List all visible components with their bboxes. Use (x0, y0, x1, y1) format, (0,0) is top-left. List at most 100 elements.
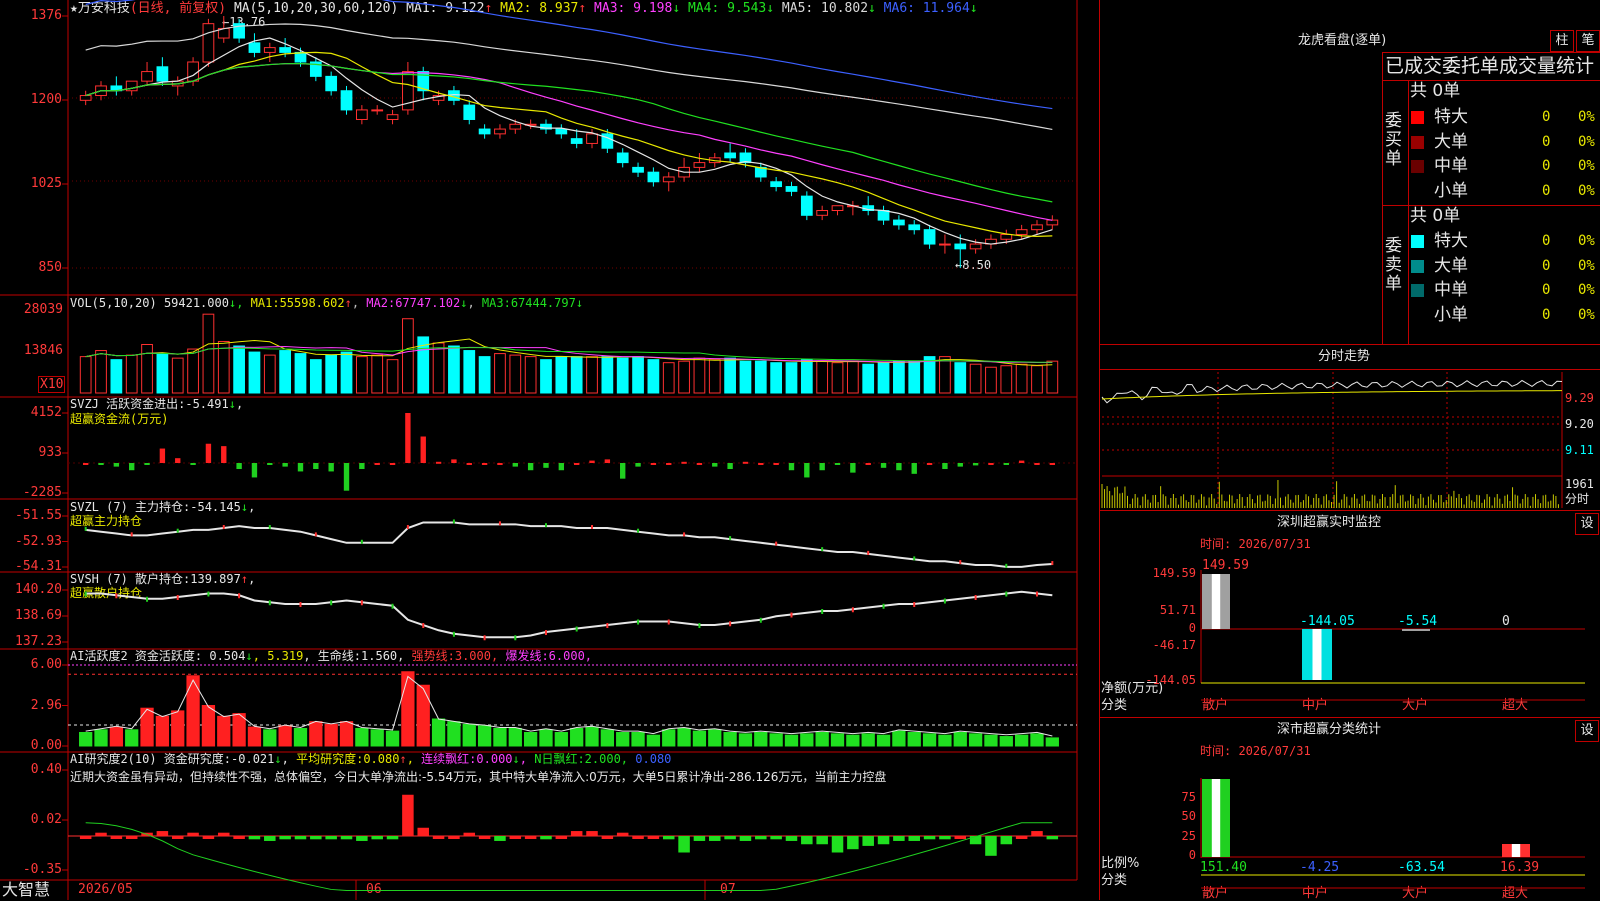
cls-settings-button[interactable]: 设 (1575, 720, 1599, 742)
retail-tick (268, 600, 271, 606)
cls-value: 151.40 (1200, 860, 1247, 875)
row-pct: 0% (1578, 282, 1595, 298)
retail-tick (422, 623, 425, 629)
main-force-tick (867, 550, 870, 555)
candle-body (141, 71, 153, 82)
candle-body (586, 133, 598, 144)
volume-bar (279, 350, 292, 394)
retail-tick (452, 631, 455, 637)
main-force-tick (452, 519, 455, 524)
row-pct: 0% (1578, 158, 1595, 174)
sz-category: 超大 (1502, 698, 1529, 713)
candle-body (294, 51, 307, 63)
volume-bar (831, 362, 844, 394)
volume-bar (340, 351, 353, 394)
flow-bar (666, 463, 672, 465)
research-bar (95, 832, 107, 836)
row-count: 0 (1542, 109, 1551, 125)
volume-bar (616, 357, 629, 394)
candle-body (1000, 233, 1013, 240)
candle-body (908, 224, 921, 231)
sz-settings-button[interactable]: 设 (1575, 513, 1599, 535)
sz-value: 0 (1502, 614, 1510, 629)
axis-tick-label: -0.35 (22, 862, 62, 877)
research-bar (233, 836, 245, 839)
volume-bar (708, 359, 721, 394)
retail-tick (360, 600, 363, 606)
sz-title: 深圳超赢实时监控 (1277, 515, 1382, 530)
volume-bar (862, 363, 875, 394)
research-bar (662, 836, 675, 840)
flow-bar (926, 463, 933, 465)
cls-category: 大户 (1402, 886, 1429, 901)
activity-bar (769, 733, 783, 747)
row-count: 0 (1542, 133, 1551, 150)
cls-top-line (1099, 717, 1600, 718)
research-bar (294, 836, 307, 840)
activity-bar (125, 729, 139, 747)
row-count: 0 (1542, 182, 1551, 199)
cls-axis-label: 75 (1181, 790, 1196, 804)
axis-tick-label: 0.00 (30, 738, 62, 753)
activity-bar (477, 725, 492, 747)
flow-bar (313, 463, 319, 470)
candle-body (463, 104, 476, 120)
activity-bar (201, 705, 216, 747)
flow-bar (681, 461, 687, 464)
candle-body (816, 210, 829, 216)
flow-bar (604, 459, 611, 463)
flow-bar (788, 463, 795, 471)
axis-tick-label: 1025 (30, 176, 62, 191)
cls-axis-label: 25 (1181, 829, 1196, 843)
flow-bar (804, 463, 810, 478)
retail-tick (575, 626, 578, 632)
flow-bar (129, 463, 135, 471)
research-bar (187, 832, 199, 836)
retail-line (85, 590, 1053, 639)
research-bar (448, 836, 460, 839)
retail-tick (1005, 591, 1008, 597)
flow-bar (343, 463, 350, 491)
volume-bar (1031, 365, 1043, 394)
research-bar (601, 836, 614, 839)
sz-time: 时间: 2026/07/31 (1200, 537, 1311, 551)
stat-bar (1202, 779, 1230, 857)
volume-bar (724, 357, 736, 394)
research-bar (693, 836, 706, 841)
activity-bar (554, 732, 568, 747)
volume-bar (662, 362, 675, 394)
legend-swatch (1411, 284, 1424, 297)
stat-bar (1502, 844, 1530, 857)
candle-body (877, 210, 890, 221)
retail-tick (207, 591, 210, 597)
sz-axis-label: -46.17 (1152, 638, 1196, 652)
main-force-tick (913, 556, 916, 561)
flow-bar (773, 463, 779, 465)
research-bar (939, 836, 951, 840)
flow-bar (144, 463, 150, 465)
volume-bar (248, 351, 261, 394)
main-force-tick (729, 536, 732, 541)
axis-tick-label: 6.00 (30, 657, 62, 672)
legend-swatch (1411, 160, 1424, 173)
activity-bar (385, 730, 400, 747)
activity-bar (309, 721, 323, 747)
sell-label: 委卖单 (1385, 236, 1402, 294)
axis-tick-label: 2.96 (30, 697, 62, 713)
bar-mode-button[interactable]: 柱 (1550, 30, 1574, 52)
activity-bar (723, 732, 737, 747)
research-bar (325, 836, 337, 840)
activity-bar (999, 736, 1013, 747)
retail-tick (667, 619, 670, 625)
candle-body (340, 90, 353, 111)
research-bar (110, 836, 123, 839)
ma-line-MA2 (85, 51, 1053, 237)
retail-tick (176, 595, 179, 601)
flow-bar (1049, 463, 1056, 465)
volume-bar (524, 356, 537, 394)
pen-mode-button[interactable]: 笔 (1576, 30, 1600, 52)
research-bar (724, 836, 736, 840)
candle-body (79, 95, 92, 101)
volume-bar (908, 360, 921, 394)
research-bar (969, 836, 982, 845)
